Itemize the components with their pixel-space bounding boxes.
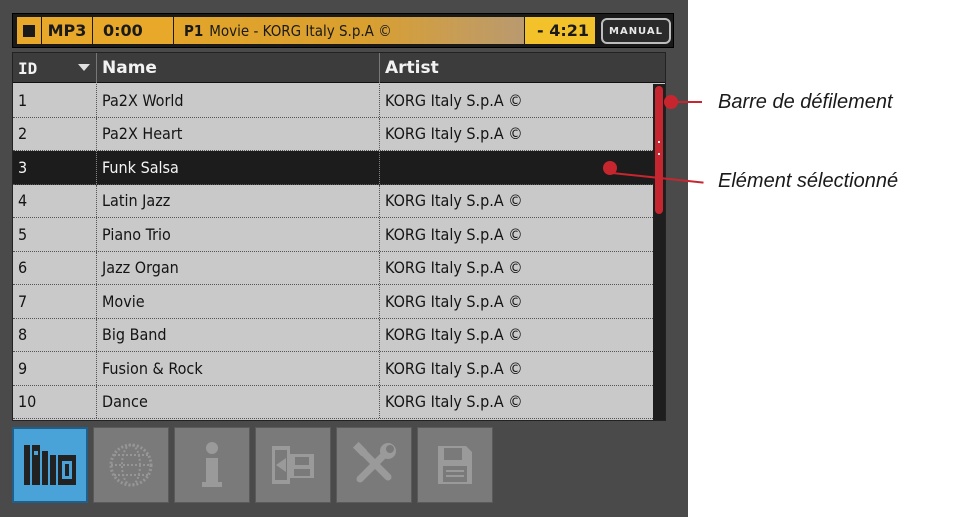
row-id: 8 (13, 318, 97, 351)
row-id: 9 (13, 352, 97, 385)
row-name: Big Band (97, 318, 380, 351)
row-id: 3 (13, 151, 97, 184)
stop-icon (23, 24, 35, 37)
table-row[interactable]: 7 Movie KORG Italy S.p.A © (13, 285, 653, 319)
player-screen: MP3 0:00 P1 Movie - KORG Italy S.p.A © -… (0, 0, 688, 517)
table-row[interactable]: 5 Piano Trio KORG Italy S.p.A © (13, 218, 653, 252)
bottom-tab-bar (12, 427, 674, 503)
tab-copy[interactable] (255, 427, 331, 503)
table-row[interactable]: 2 Pa2X Heart KORG Italy S.p.A © (13, 117, 653, 151)
column-header-id[interactable]: ID (13, 53, 97, 83)
media-type-label: MP3 (42, 17, 92, 44)
row-id: 4 (13, 184, 97, 217)
row-id: 10 (13, 385, 97, 418)
selected-callout-label: Elément sélectionné (718, 170, 899, 192)
tab-save[interactable] (417, 427, 493, 503)
table-row[interactable]: 10 Dance KORG Italy S.p.A © (13, 385, 653, 419)
row-id: 7 (13, 285, 97, 318)
scrollbar-callout-line (672, 101, 702, 103)
info-icon (202, 442, 222, 487)
copy-icon (272, 446, 314, 484)
elapsed-time: 0:00 (93, 17, 173, 44)
tools-icon (352, 441, 396, 483)
row-name: Piano Trio (97, 218, 380, 251)
row-artist: KORG Italy S.p.A © (385, 358, 523, 378)
row-artist: KORG Italy S.p.A © (385, 325, 523, 345)
status-bar: MP3 0:00 P1 Movie - KORG Italy S.p.A © -… (12, 13, 674, 48)
tab-tools[interactable] (336, 427, 412, 503)
row-name: Dance (97, 385, 380, 418)
column-header-id-label: ID (18, 58, 38, 78)
row-id: 5 (13, 218, 97, 251)
row-artist: KORG Italy S.p.A © (385, 224, 523, 244)
list-header: ID Name Artist (13, 53, 665, 83)
song-title: Movie - KORG Italy S.p.A © (209, 21, 392, 40)
row-name: Movie (97, 285, 380, 318)
scrollbar-callout-label: Barre de défilement (718, 91, 893, 113)
row-name: Jazz Organ (97, 251, 380, 284)
tab-globe[interactable] (93, 427, 169, 503)
player-label: P1 (184, 21, 204, 40)
table-row[interactable]: 4 Latin Jazz KORG Italy S.p.A © (13, 184, 653, 218)
row-name: Pa2X World (97, 84, 380, 117)
table-row[interactable]: 9 Fusion & Rock KORG Italy S.p.A © (13, 352, 653, 386)
table-row-selected[interactable]: 3 Funk Salsa (13, 151, 653, 185)
table-row[interactable]: 1 Pa2X World KORG Italy S.p.A © (13, 84, 653, 118)
sort-down-icon (78, 64, 90, 71)
list-rows: 1 Pa2X World KORG Italy S.p.A © 2 Pa2X H… (13, 84, 653, 419)
row-name: Pa2X Heart (97, 117, 380, 150)
manual-button[interactable]: MANUAL (601, 18, 671, 44)
column-header-artist[interactable]: Artist (380, 53, 665, 83)
song-list: ID Name Artist 1 Pa2X World KORG Italy S… (12, 52, 666, 421)
remaining-time: - 4:21 (525, 17, 595, 44)
globe-icon (109, 443, 153, 487)
row-artist: KORG Italy S.p.A © (385, 392, 523, 412)
row-artist: KORG Italy S.p.A © (385, 291, 523, 311)
row-id: 2 (13, 117, 97, 150)
tab-library[interactable] (12, 427, 88, 503)
current-song: P1 Movie - KORG Italy S.p.A © (174, 17, 524, 44)
row-artist: KORG Italy S.p.A © (385, 124, 523, 144)
column-header-name[interactable]: Name (97, 53, 380, 83)
stop-button[interactable] (17, 17, 41, 44)
library-icon (24, 445, 76, 485)
row-artist: KORG Italy S.p.A © (385, 258, 523, 278)
scrollbar-grip-icon (658, 141, 660, 155)
table-row[interactable]: 8 Big Band KORG Italy S.p.A © (13, 318, 653, 352)
row-name: Latin Jazz (97, 184, 380, 217)
table-row[interactable]: 6 Jazz Organ KORG Italy S.p.A © (13, 251, 653, 285)
save-icon (438, 446, 472, 484)
tab-info[interactable] (174, 427, 250, 503)
row-id: 1 (13, 84, 97, 117)
row-artist: KORG Italy S.p.A © (385, 90, 523, 110)
row-artist: KORG Italy S.p.A © (385, 191, 523, 211)
row-id: 6 (13, 251, 97, 284)
row-name: Fusion & Rock (97, 352, 380, 385)
row-name: Funk Salsa (97, 151, 380, 184)
